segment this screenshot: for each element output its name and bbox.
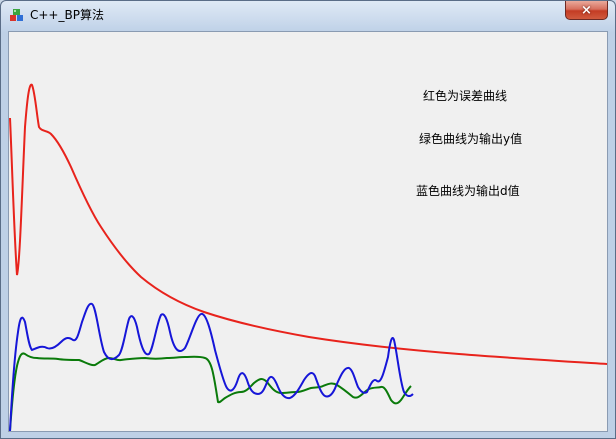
output-y-curve [9,352,412,431]
client-area: 红色为误差曲线 绿色曲线为输出y值 蓝色曲线为输出d值 [8,31,608,432]
window-title: C++_BP算法 [30,8,104,22]
legend-output-y: 绿色曲线为输出y值 [419,132,523,146]
title-bar[interactable]: C++_BP算法 × [1,1,615,29]
error-curve [9,83,607,365]
app-window: C++_BP算法 × 红色为误差曲线 绿色曲线为输出y值 蓝色曲线为输出d值 [0,0,616,439]
legend-error: 红色为误差曲线 [423,89,508,103]
close-button[interactable]: × [565,1,608,20]
close-icon: × [581,2,592,18]
app-icon[interactable] [9,7,25,23]
legend-output-d: 蓝色曲线为输出d值 [416,184,520,198]
curve-plot [9,83,607,431]
